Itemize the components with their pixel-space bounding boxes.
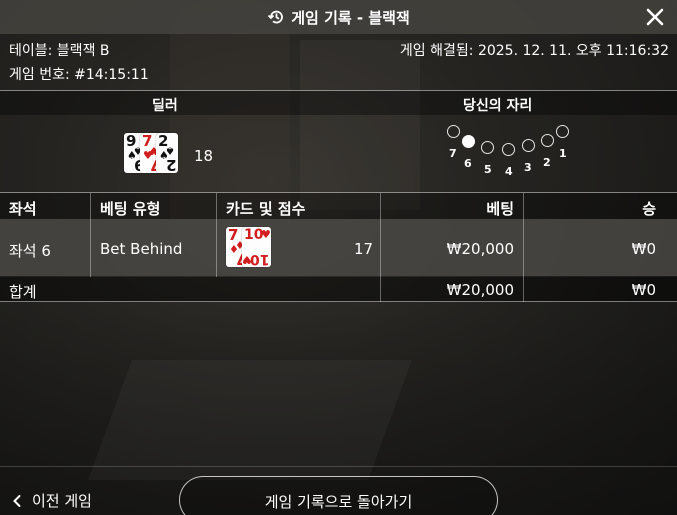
dealer-card: 2 ♠ 2 ♠ (156, 132, 178, 174)
column-separator (216, 193, 217, 277)
previous-game-button[interactable]: 이전 게임 (12, 490, 92, 511)
header-win: 승 (642, 200, 656, 218)
your-seat-label: 당신의 자리 (463, 98, 533, 114)
background-window (300, 40, 420, 210)
seat-number: 5 (484, 163, 492, 176)
back-to-history-button[interactable]: 게임 기록으로 돌아가기 (179, 476, 498, 515)
seat-dot-5 (481, 141, 494, 154)
header-bet: 베팅 (486, 200, 514, 218)
dealer-label: 딜러 (152, 98, 178, 114)
page-title: 게임 기록 - 블랙잭 (291, 8, 410, 27)
seat-dot-7 (447, 125, 460, 138)
seat-dot-1 (556, 125, 569, 138)
seat-number: 7 (449, 147, 457, 160)
close-icon (646, 8, 664, 26)
header-cards-score: 카드 및 점수 (226, 200, 306, 218)
resolved-time: 게임 해결됨: 2025. 12. 11. 오후 11:16:32 (399, 43, 669, 59)
header-bar: 게임 기록 - 블랙잭 (0, 0, 677, 34)
player-card: 10 ♥ 10 ♥ (242, 227, 271, 267)
total-win: ₩0 (631, 281, 656, 299)
close-button[interactable] (643, 5, 667, 29)
column-separator (90, 193, 91, 277)
header-seat: 좌석 (9, 200, 37, 218)
total-row (0, 277, 677, 302)
row-win: ₩0 (631, 240, 656, 258)
seat-dot-2 (541, 134, 554, 147)
seat-number: 6 (464, 157, 472, 170)
seat-dot-3 (522, 139, 535, 152)
seat-dot-4 (502, 143, 515, 156)
total-bet: ₩20,000 (446, 281, 514, 299)
divider (0, 301, 677, 302)
header-title-group: 게임 기록 - 블랙잭 (267, 7, 410, 28)
seat-number: 4 (505, 165, 513, 178)
background-card-shoe (88, 360, 412, 480)
round-number: 게임 번호: #14:15:11 (9, 67, 149, 83)
seat-map: 7 6 5 4 3 2 1 (440, 120, 580, 180)
seat-dot-6-active (462, 135, 475, 148)
back-to-history-label: 게임 기록으로 돌아가기 (264, 493, 413, 511)
seat-number: 1 (559, 147, 567, 160)
total-label: 합계 (9, 283, 37, 301)
dealer-score: 18 (194, 147, 214, 165)
seat-number: 2 (543, 156, 551, 169)
row-score: 17 (354, 240, 374, 258)
chevron-left-icon (13, 494, 21, 507)
section-header-band (0, 91, 677, 115)
column-separator (523, 193, 524, 302)
history-icon (267, 8, 285, 26)
row-seat: 좌석 6 (9, 242, 51, 260)
column-separator (380, 193, 381, 302)
divider (0, 466, 677, 467)
table-name: 테이블: 블랙잭 B (9, 43, 110, 59)
row-bet: ₩20,000 (446, 240, 514, 258)
seat-number: 3 (524, 161, 532, 174)
previous-game-label: 이전 게임 (32, 492, 92, 510)
row-bet-type: Bet Behind (100, 240, 183, 258)
header-bet-type: 베팅 유형 (100, 200, 161, 218)
